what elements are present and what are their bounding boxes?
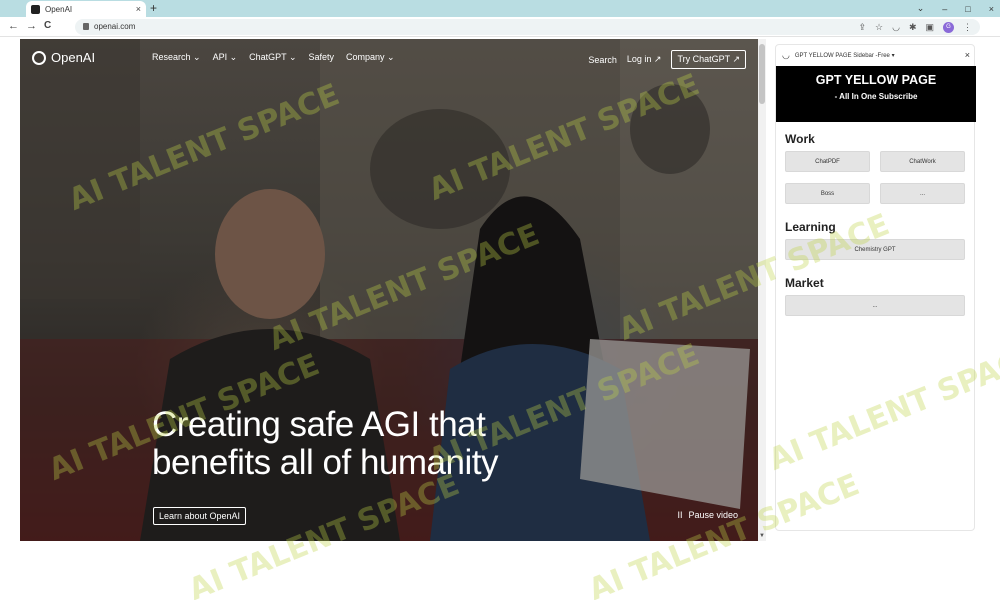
tool-button-chemistry-gpt[interactable]: Chemistry GPT — [785, 239, 965, 260]
page-scrollbar[interactable]: ▼ — [758, 39, 766, 541]
star-icon[interactable]: ☆ — [875, 22, 883, 33]
toolbar-actions: ⇪ ☆ ◡ ✱ ▣ G ⋮ — [858, 20, 972, 34]
share-icon[interactable]: ⇪ — [858, 22, 866, 33]
tab-title: OpenAI — [45, 4, 73, 14]
openai-hero: OpenAI Research ⌄ API ⌄ ChatGPT ⌄ Safety… — [20, 39, 758, 541]
lock-icon[interactable] — [83, 23, 89, 30]
openai-logo[interactable]: OpenAI — [32, 50, 95, 65]
hero-headline: Creating safe AGI that benefits all of h… — [152, 405, 498, 482]
minimize-button[interactable]: – — [942, 4, 947, 14]
forward-button[interactable]: → — [26, 20, 37, 32]
tab-close-icon[interactable]: × — [136, 4, 141, 14]
reload-button[interactable]: C — [44, 20, 51, 31]
nav-links: Research ⌄ API ⌄ ChatGPT ⌄ Safety Compan… — [152, 52, 395, 63]
sidebar-banner[interactable]: GPT YELLOW PAGE - All In One Subscribe — [776, 66, 976, 122]
dropdown-icon[interactable]: ▾ — [892, 53, 895, 59]
search-link[interactable]: Search — [588, 55, 617, 65]
tool-button-boss[interactable]: Boss — [785, 183, 870, 204]
nav-chatgpt[interactable]: ChatGPT ⌄ — [249, 52, 296, 63]
site-navbar: OpenAI Research ⌄ API ⌄ ChatGPT ⌄ Safety… — [20, 39, 758, 79]
sidebar-close-button[interactable]: × — [965, 50, 970, 60]
pause-video-button[interactable]: II Pause video — [677, 510, 738, 520]
banner-subtitle: - All In One Subscribe — [834, 92, 918, 101]
restore-button[interactable]: □ — [965, 4, 970, 14]
close-window-button[interactable]: × — [989, 4, 994, 14]
tool-button-chatwork[interactable]: ChatWork — [880, 151, 965, 172]
scrollbar-thumb[interactable] — [759, 44, 765, 104]
pause-icon: II — [677, 510, 683, 520]
banner-title: GPT YELLOW PAGE — [815, 73, 937, 87]
logo-text: OpenAI — [51, 50, 96, 65]
profile-avatar-icon[interactable]: G — [943, 21, 954, 33]
scroll-down-arrow-icon[interactable]: ▼ — [759, 533, 765, 539]
new-tab-button[interactable]: + — [150, 1, 157, 15]
section-title-learning: Learning — [785, 220, 836, 234]
openai-logo-icon — [32, 50, 46, 65]
learn-about-openai-button[interactable]: Learn about OpenAI — [153, 507, 247, 525]
sidebar-title[interactable]: GPT YELLOW PAGE Sidebar -Free ▾ — [795, 52, 965, 59]
url-text[interactable]: openai.com — [94, 22, 135, 31]
puzzle-icon[interactable]: ✱ — [909, 22, 917, 33]
tool-button-more-market[interactable]: ... — [785, 295, 965, 316]
gpt-yellow-page-sidebar: ◡ GPT YELLOW PAGE Sidebar -Free ▾ × GPT … — [775, 44, 976, 531]
tab-openai[interactable]: OpenAI × — [26, 1, 146, 17]
nav-api[interactable]: API ⌄ — [213, 52, 238, 63]
address-bar[interactable]: openai.com ⇪ ☆ ◡ ✱ ▣ G ⋮ — [75, 19, 980, 35]
sidebar-panel-icon[interactable]: ▣ — [925, 22, 934, 33]
menu-icon[interactable]: ⋮ — [963, 22, 972, 33]
tool-button-chatpdf[interactable]: ChatPDF — [785, 151, 870, 172]
section-title-work: Work — [785, 132, 815, 146]
back-button[interactable]: ← — [8, 20, 19, 32]
browser-window: OpenAI × + ⌄ – □ × ← → C openai.com ⇪ ☆ … — [0, 0, 1000, 600]
nav-company[interactable]: Company ⌄ — [346, 52, 395, 63]
extension-sidebar-icon[interactable]: ◡ — [892, 22, 900, 33]
openai-favicon-icon — [31, 4, 40, 14]
nav-safety[interactable]: Safety — [309, 52, 335, 63]
nav-research[interactable]: Research ⌄ — [152, 52, 201, 63]
pause-label: Pause video — [688, 510, 738, 520]
try-chatgpt-button[interactable]: Try ChatGPT ↗ — [671, 50, 746, 69]
window-controls: ⌄ – □ × — [917, 0, 994, 17]
nav-actions: Search Log in ↗ Try ChatGPT ↗ — [588, 50, 746, 69]
tab-search-icon[interactable]: ⌄ — [917, 3, 925, 14]
browser-toolbar: ← → C openai.com ⇪ ☆ ◡ ✱ ▣ G ⋮ — [0, 17, 1000, 37]
section-title-market: Market — [785, 276, 824, 290]
tab-strip: OpenAI × + ⌄ – □ × — [0, 0, 1000, 17]
extension-logo-icon: ◡ — [782, 49, 790, 60]
login-link[interactable]: Log in ↗ — [627, 54, 662, 65]
tool-button-more-work[interactable]: ... — [880, 183, 965, 204]
sidebar-header: ◡ GPT YELLOW PAGE Sidebar -Free ▾ × — [776, 45, 976, 65]
